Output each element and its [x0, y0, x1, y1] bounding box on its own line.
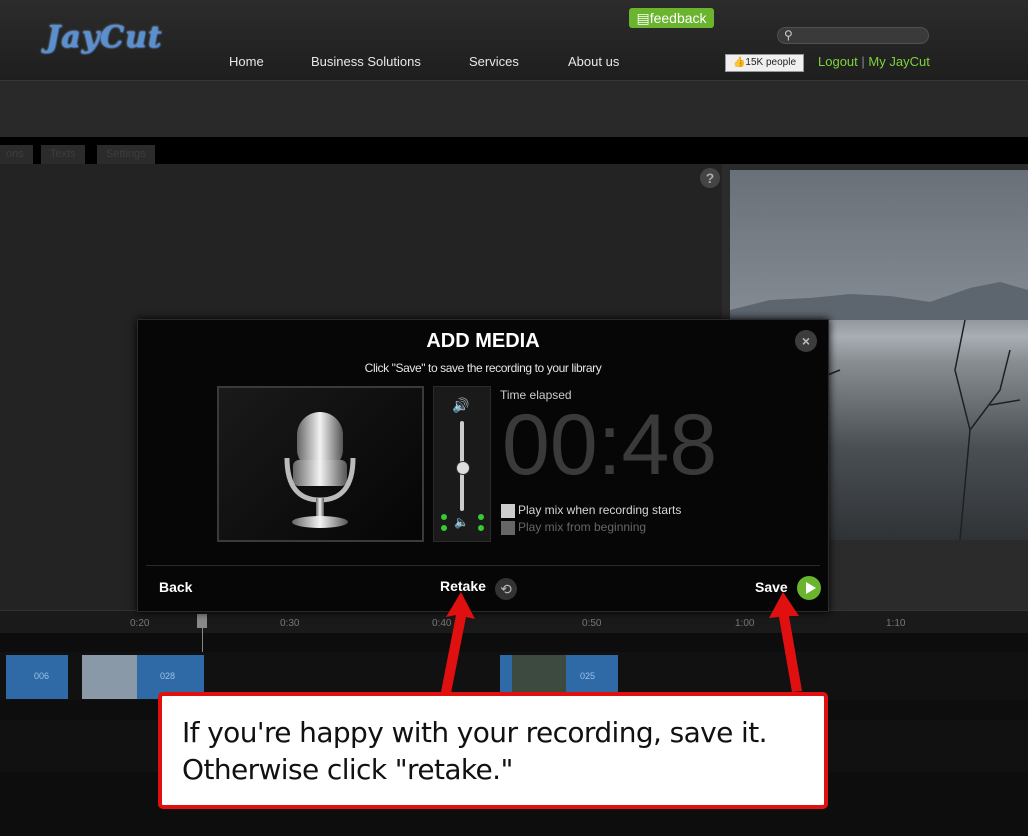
annotation-text: If you're happy with your recording, sav…: [182, 716, 768, 786]
arrow-to-retake: [441, 592, 475, 693]
annotation-callout: If you're happy with your recording, sav…: [158, 692, 828, 809]
arrow-to-save: [769, 592, 802, 692]
